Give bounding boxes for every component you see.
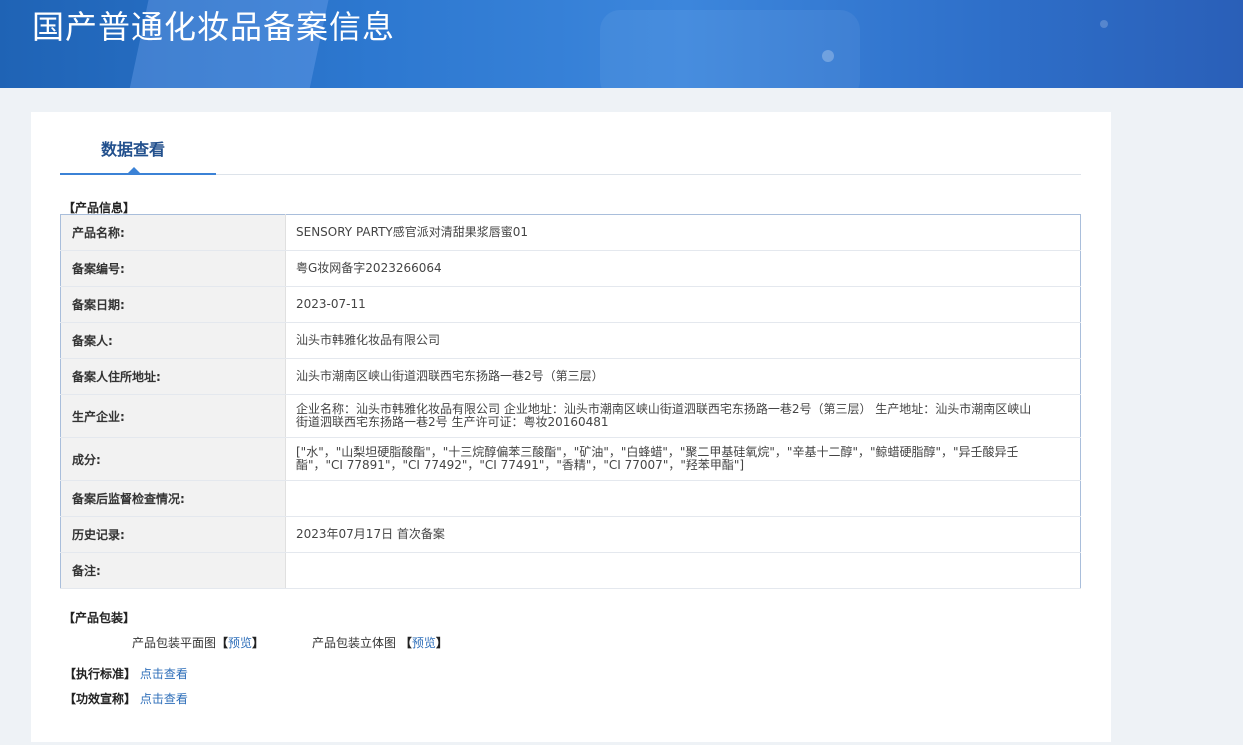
preview-solid-link[interactable]: 预览 — [412, 636, 436, 650]
row-value: 汕头市韩雅化妆品有限公司 — [285, 322, 1081, 359]
banner-decoration — [600, 10, 860, 88]
row-label: 产品名称: — [60, 214, 286, 251]
row-label: 备案后监督检查情况: — [60, 480, 286, 517]
row-label: 备案人: — [60, 322, 286, 359]
preview-flat-link[interactable]: 预览 — [228, 636, 252, 650]
table-row: 产品名称: SENSORY PARTY感官派对清甜果浆唇蜜01 — [60, 214, 1081, 251]
row-value — [285, 480, 1081, 517]
product-info-table: 产品名称: SENSORY PARTY感官派对清甜果浆唇蜜01 备案编号: 粤G… — [60, 214, 1081, 589]
tab-bar: 数据查看 — [60, 112, 1081, 175]
row-label: 成分: — [60, 437, 286, 481]
table-row: 备案人: 汕头市韩雅化妆品有限公司 — [60, 322, 1081, 359]
packaging-title: 【产品包装】 — [63, 611, 136, 625]
table-row: 成分: ["水"，"山梨坦硬脂酸酯"，"十三烷醇偏苯三酸酯"，"矿油"，"白蜂蜡… — [60, 437, 1081, 481]
row-value: 企业名称：汕头市韩雅化妆品有限公司 企业地址：汕头市潮南区峡山街道泗联西宅东扬路… — [285, 394, 1081, 438]
efficacy-row: 【功效宣称】 点击查看 — [64, 690, 188, 707]
header-banner: 国产普通化妆品备案信息 — [0, 0, 1243, 88]
banner-decoration — [822, 50, 834, 62]
table-row: 备注: — [60, 552, 1081, 589]
row-value — [285, 552, 1081, 589]
row-label: 生产企业: — [60, 394, 286, 438]
row-label: 备案日期: — [60, 286, 286, 323]
row-value: 粤G妆网备字2023266064 — [285, 250, 1081, 287]
table-row: 备案后监督检查情况: — [60, 480, 1081, 517]
row-value: 汕头市潮南区峡山街道泗联西宅东扬路一巷2号（第三层） — [285, 358, 1081, 395]
page-title: 国产普通化妆品备案信息 — [32, 8, 396, 46]
row-value: SENSORY PARTY感官派对清甜果浆唇蜜01 — [285, 214, 1081, 251]
standard-row: 【执行标准】 点击查看 — [64, 665, 188, 682]
standard-view-link[interactable]: 点击查看 — [140, 667, 188, 681]
content-card: 数据查看 【产品信息】 产品名称: SENSORY PARTY感官派对清甜果浆唇… — [31, 112, 1111, 742]
standard-label: 【执行标准】 — [64, 667, 137, 681]
bracket-close: 】 — [252, 636, 265, 650]
packaging-solid-label: 产品包装立体图 — [312, 636, 397, 650]
row-label: 历史记录: — [60, 516, 286, 553]
banner-decoration — [1100, 20, 1108, 28]
efficacy-label: 【功效宣称】 — [64, 692, 137, 706]
row-label: 备案人住所地址: — [60, 358, 286, 395]
packaging-solid-item: 产品包装立体图 【预览】 — [312, 634, 448, 651]
bracket-open: 【 — [399, 636, 412, 650]
bracket-close: 】 — [435, 636, 448, 650]
table-row: 历史记录: 2023年07月17日 首次备案 — [60, 516, 1081, 553]
row-label: 备注: — [60, 552, 286, 589]
row-value: 2023-07-11 — [285, 286, 1081, 323]
row-label: 备案编号: — [60, 250, 286, 287]
row-value: 2023年07月17日 首次备案 — [285, 516, 1081, 553]
packaging-flat-item: 产品包装平面图【预览】 — [132, 634, 264, 651]
bracket-open: 【 — [216, 636, 229, 650]
tab-data-view[interactable]: 数据查看 — [60, 112, 216, 175]
table-row: 生产企业: 企业名称：汕头市韩雅化妆品有限公司 企业地址：汕头市潮南区峡山街道泗… — [60, 394, 1081, 438]
table-row: 备案日期: 2023-07-11 — [60, 286, 1081, 323]
table-row: 备案人住所地址: 汕头市潮南区峡山街道泗联西宅东扬路一巷2号（第三层） — [60, 358, 1081, 395]
packaging-flat-label: 产品包装平面图 — [132, 636, 217, 650]
efficacy-view-link[interactable]: 点击查看 — [140, 692, 188, 706]
row-value: ["水"，"山梨坦硬脂酸酯"，"十三烷醇偏苯三酸酯"，"矿油"，"白蜂蜡"，"聚… — [285, 437, 1081, 481]
tab-label: 数据查看 — [101, 140, 166, 159]
table-row: 备案编号: 粤G妆网备字2023266064 — [60, 250, 1081, 287]
caret-up-icon — [128, 167, 140, 173]
